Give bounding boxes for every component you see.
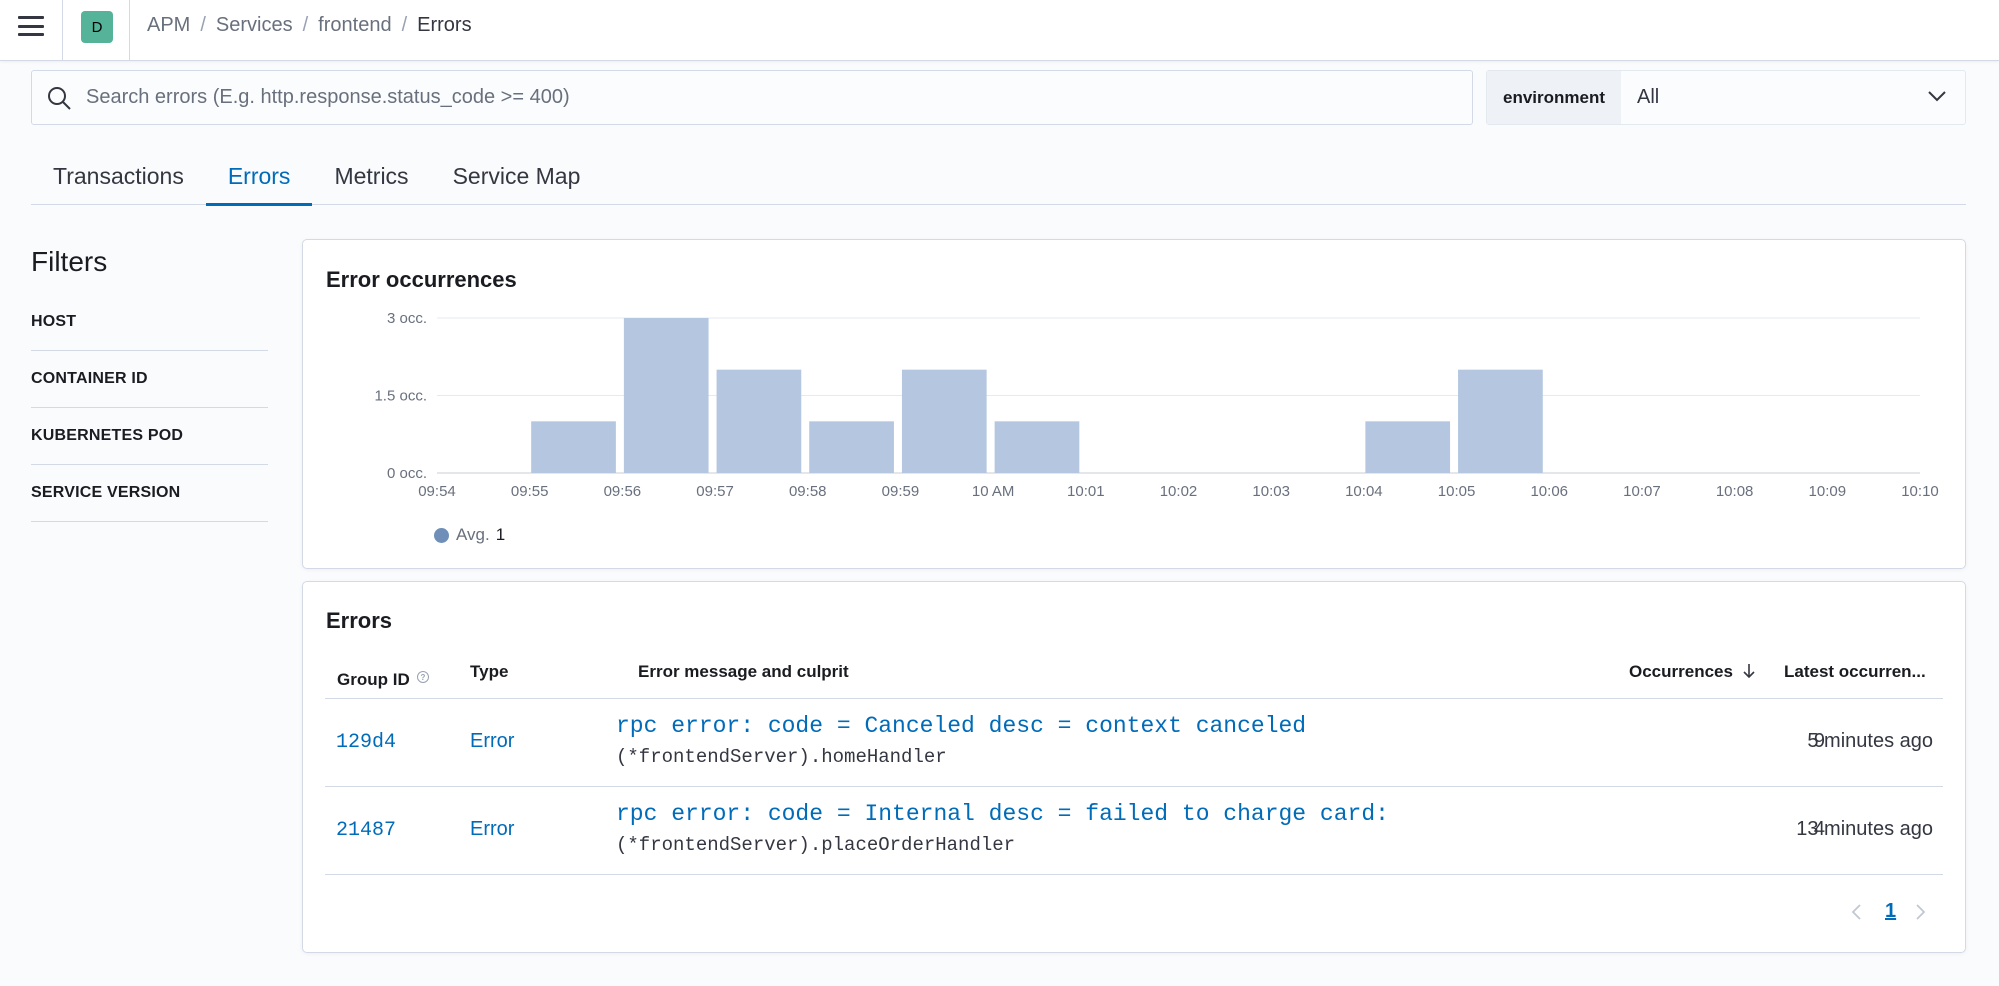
y-tick-label: 0 occ.: [387, 465, 427, 482]
y-tick-label: 1.5 occ.: [374, 388, 427, 405]
latest-occurrence: 13 minutes ago: [1796, 818, 1933, 840]
breadcrumb-separator: /: [302, 14, 309, 36]
table-divider: [325, 874, 1943, 875]
y-tick-label: 3 occ.: [387, 310, 427, 327]
search-icon: [48, 87, 71, 110]
filter-host[interactable]: HOST: [31, 294, 268, 351]
x-tick-label: 10:01: [1067, 483, 1105, 500]
bar: [716, 369, 802, 473]
column-label: Group ID: [337, 670, 410, 689]
chevron-down-icon: [1928, 91, 1946, 102]
x-tick-label: 10:03: [1252, 483, 1290, 500]
x-tick-label: 10:10: [1901, 483, 1939, 500]
x-tick-label: 10:07: [1623, 483, 1661, 500]
x-tick-label: 09:54: [418, 483, 456, 500]
help-icon[interactable]: ?: [416, 670, 430, 684]
service-tabs: Transactions Errors Metrics Service Map: [31, 148, 1966, 206]
environment-filter: environment All: [1486, 70, 1966, 125]
error-type-link[interactable]: Error: [470, 818, 514, 841]
x-tick-label: 09:59: [882, 483, 920, 500]
legend-value: 1: [495, 525, 506, 544]
tab-service-map[interactable]: Service Map: [431, 148, 603, 205]
svg-text:?: ?: [420, 673, 425, 682]
chevron-left-icon[interactable]: [1849, 902, 1865, 922]
column-type[interactable]: Type: [470, 662, 508, 698]
bar: [623, 318, 709, 473]
breadcrumb-frontend[interactable]: frontend: [318, 14, 391, 37]
breadcrumb-separator: /: [200, 14, 206, 36]
x-tick-label: 10:04: [1345, 483, 1383, 500]
table-divider: [325, 786, 1943, 787]
x-tick-label: 10:06: [1530, 483, 1568, 500]
x-tick-label: 09:58: [789, 483, 827, 500]
error-message-link[interactable]: rpc error: code = Canceled desc = contex…: [616, 713, 1404, 739]
search-input[interactable]: [86, 71, 1456, 124]
bar: [1365, 421, 1451, 473]
x-tick-label: 10:02: [1160, 483, 1198, 500]
header-divider: [62, 0, 63, 60]
breadcrumb-apm[interactable]: APM: [147, 14, 190, 37]
filters-title: Filters: [31, 246, 108, 277]
bar: [531, 421, 616, 473]
group-id-link[interactable]: 21487: [336, 819, 396, 842]
bar: [809, 421, 894, 473]
bar: [994, 421, 1080, 473]
latest-occurrence: 5 minutes ago: [1807, 730, 1933, 752]
breadcrumb-separator: /: [401, 14, 408, 36]
environment-value: All: [1637, 86, 1660, 108]
bar: [1458, 369, 1543, 473]
column-label: Occurrences: [1629, 662, 1733, 681]
chart-legend: Avg. 1: [434, 525, 505, 545]
column-occurrences[interactable]: Occurrences: [1629, 662, 1759, 698]
x-tick-label: 09:56: [604, 483, 642, 500]
legend-dot: [434, 527, 449, 543]
column-group-id[interactable]: Group ID ?: [337, 662, 430, 698]
errors-title: Errors: [326, 608, 393, 633]
breadcrumb-services[interactable]: Services: [216, 14, 293, 37]
legend-label: Avg.: [456, 525, 490, 544]
x-tick-label: 09:55: [511, 483, 549, 500]
error-occurrences-panel: Error occurrences 0 occ. 1.5 occ. 3 occ. 09…: [302, 239, 1966, 569]
breadcrumb: APM / Services / frontend / Errors: [147, 14, 472, 37]
x-tick-label: 10:09: [1809, 483, 1847, 500]
tab-transactions[interactable]: Transactions: [31, 148, 206, 205]
menu-icon[interactable]: [18, 14, 44, 38]
x-tick-label: 10:08: [1716, 483, 1754, 500]
column-error-message[interactable]: Error message and culprit: [638, 662, 849, 698]
error-culprit: (*frontendServer).homeHandler: [616, 746, 947, 768]
tab-metrics[interactable]: Metrics: [312, 148, 430, 205]
top-header: D APM / Services / frontend / Errors: [0, 0, 1999, 61]
group-id-link[interactable]: 129d4: [336, 731, 396, 754]
sort-descending-icon: [1743, 664, 1755, 679]
table-divider: [325, 698, 1943, 699]
filter-service-version[interactable]: SERVICE VERSION: [31, 465, 268, 522]
tab-errors[interactable]: Errors: [205, 148, 313, 206]
x-tick-label: 10:05: [1438, 483, 1476, 500]
environment-label: environment: [1487, 71, 1621, 124]
pagination: 1: [1849, 900, 1928, 923]
error-occurrences-chart: 0 occ. 1.5 occ. 3 occ. 09:54 09:55 09:56 09:57…: [374, 310, 1939, 500]
filter-kubernetes-pod[interactable]: KUBERNETES POD: [31, 408, 268, 465]
breadcrumb-errors: Errors: [417, 14, 472, 36]
bar: [901, 369, 987, 473]
error-type-link[interactable]: Error: [470, 730, 514, 753]
x-tick-label: 09:57: [696, 483, 734, 500]
page-number[interactable]: 1: [1885, 900, 1896, 923]
errors-panel: Errors Group ID ? Type Error message and…: [302, 581, 1966, 953]
error-culprit: (*frontendServer).placeOrderHandler: [616, 834, 1016, 856]
column-latest-occurrence[interactable]: Latest occurren...: [1784, 662, 1926, 698]
filter-container-id[interactable]: CONTAINER ID: [31, 351, 268, 408]
header-divider: [129, 0, 130, 60]
environment-select[interactable]: All: [1621, 71, 1965, 124]
error-message-link[interactable]: rpc error: code = Internal desc = failed…: [616, 801, 1404, 827]
chevron-right-icon[interactable]: [1912, 902, 1928, 922]
search-bar: [31, 70, 1473, 125]
space-avatar[interactable]: D: [81, 11, 113, 43]
x-tick-label: 10 AM: [972, 483, 1015, 500]
